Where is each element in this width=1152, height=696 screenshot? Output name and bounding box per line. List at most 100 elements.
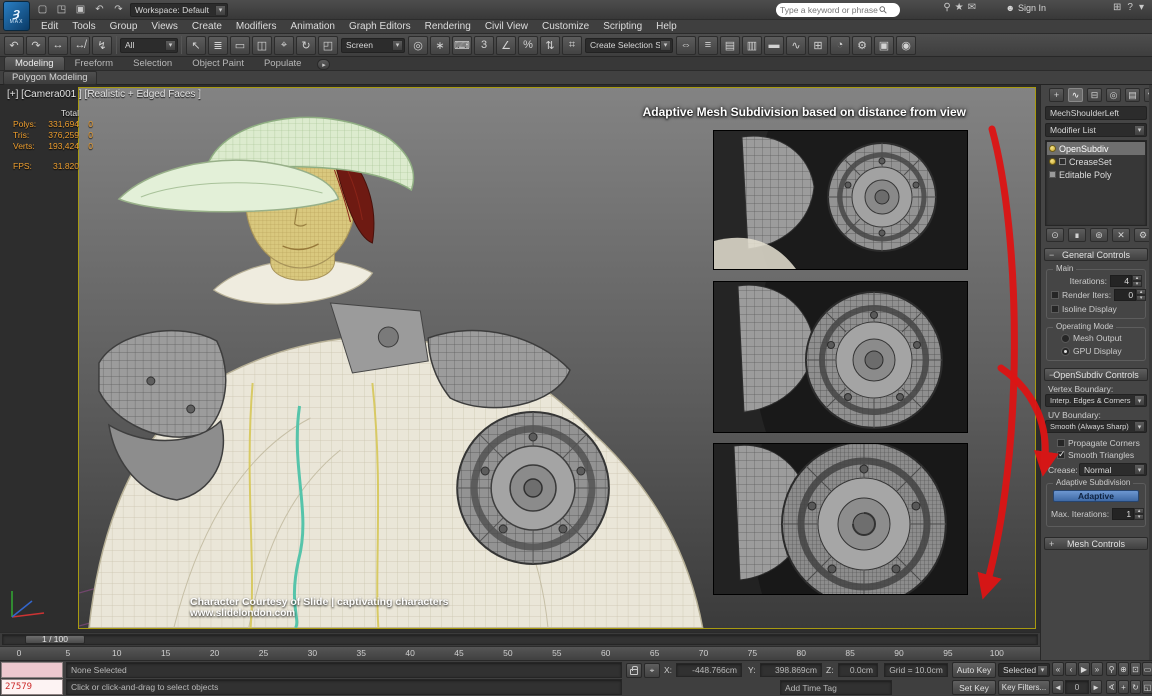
menu-item[interactable]: Tools [65, 20, 102, 34]
ribbon-expand-button[interactable]: ▸ [317, 59, 330, 70]
modifier-creaseset[interactable]: CreaseSet [1047, 155, 1145, 168]
named-selection-sets-dropdown[interactable]: Create Selection S▾ [585, 38, 673, 53]
zoom-all-icon[interactable]: ⊕ [1118, 662, 1129, 676]
tab-modeling[interactable]: Modeling [4, 56, 65, 70]
infocenter-chevron-icon[interactable]: ▾ [1139, 2, 1144, 13]
menu-item[interactable]: Views [144, 20, 185, 34]
visibility-bulb-icon[interactable] [1049, 145, 1056, 152]
percent-snap-icon[interactable]: % [518, 36, 538, 55]
camera-viewport[interactable]: [+] [Camera001 ] [Realistic + Edged Face… [0, 85, 1040, 632]
key-mode-dropdown[interactable]: Selected▾ [998, 663, 1050, 677]
search-launch-icon[interactable]: ⚲ [943, 2, 950, 13]
general-controls-rollout[interactable]: − General Controls [1044, 248, 1148, 261]
undo-icon[interactable]: ↶ [91, 2, 108, 17]
maxscript-mini-listener[interactable]: 27579 [1, 679, 63, 695]
zoom-region-icon[interactable]: ▭ [1142, 662, 1152, 676]
menu-item[interactable]: Customize [535, 20, 596, 34]
workspace-dropdown[interactable]: Workspace: Default▾ [130, 3, 228, 17]
pin-stack-icon[interactable]: ⊙ [1046, 228, 1064, 242]
orbit-icon[interactable]: ↻ [1130, 680, 1141, 694]
use-pivot-point-center-icon[interactable]: ◎ [408, 36, 428, 55]
absolute-mode-toggle[interactable]: ⌖ [644, 663, 660, 678]
curve-editor-icon[interactable]: ∿ [786, 36, 806, 55]
selection-lock-toggle[interactable] [626, 663, 642, 678]
play-button[interactable]: ▶ [1078, 662, 1090, 676]
save-file-icon[interactable]: ▣ [72, 2, 89, 17]
make-unique-icon[interactable]: ⊚ [1090, 228, 1108, 242]
maxscript-mini-listener-macro[interactable] [1, 662, 63, 678]
favorites-star-icon[interactable]: ★ [955, 2, 964, 13]
help-icon[interactable]: ? [1127, 2, 1133, 13]
toggle-ribbon-icon[interactable]: ▬ [764, 36, 784, 55]
toggle-scene-explorer-icon[interactable]: ▤ [720, 36, 740, 55]
hierarchy-tab-icon[interactable]: ⊟ [1087, 88, 1102, 102]
z-coordinate-field[interactable]: 0.0cm [838, 663, 878, 677]
menu-item[interactable]: Scripting [596, 20, 649, 34]
new-scene-icon[interactable]: ▢ [34, 2, 51, 17]
y-coordinate-field[interactable]: 398.869cm [760, 663, 822, 677]
menu-item[interactable]: Civil View [478, 20, 535, 34]
previous-frame-button[interactable]: ‹ [1065, 662, 1077, 676]
render-iters-checkbox[interactable] [1051, 291, 1059, 299]
adaptive-button[interactable]: Adaptive [1053, 490, 1139, 502]
select-and-rotate-icon[interactable]: ↻ [296, 36, 316, 55]
track-bar[interactable]: 0510152025303540455055606570758085909510… [0, 646, 1040, 660]
tab-object-paint[interactable]: Object Paint [182, 57, 254, 70]
previous-key-button[interactable]: ◄ [1052, 680, 1064, 694]
select-and-move-icon[interactable]: ⌖ [274, 36, 294, 55]
tab-populate[interactable]: Populate [254, 57, 312, 70]
menu-item[interactable]: Help [649, 20, 684, 34]
remove-modifier-icon[interactable]: ✕ [1112, 228, 1130, 242]
apps-grid-icon[interactable]: ⊞ [1113, 2, 1121, 13]
crease-dropdown[interactable]: Normal▾ [1079, 463, 1147, 476]
select-and-link-icon[interactable]: ↔ [48, 36, 68, 55]
modifier-editable-poly[interactable]: Editable Poly [1047, 168, 1145, 181]
time-slider[interactable]: 1 / 100 [0, 632, 1040, 646]
x-coordinate-field[interactable]: -448.766cm [676, 663, 742, 677]
opensubdiv-controls-rollout[interactable]: − OpenSubdiv Controls [1044, 368, 1148, 381]
modifier-list-dropdown[interactable]: Modifier List▾ [1045, 123, 1147, 137]
menu-item[interactable]: Graph Editors [342, 20, 418, 34]
field-of-view-icon[interactable]: ∢ [1106, 680, 1117, 694]
sign-in-button[interactable]: ☻ Sign In [1005, 3, 1046, 13]
angle-snap-icon[interactable]: ∠ [496, 36, 516, 55]
mesh-controls-rollout[interactable]: + Mesh Controls [1044, 537, 1148, 550]
edit-named-selection-sets-icon[interactable]: ⌗ [562, 36, 582, 55]
3dsmax-logo-icon[interactable]: ȝ MAX [3, 1, 30, 31]
modifier-opensubdiv[interactable]: OpenSubdiv [1047, 142, 1145, 155]
spinner-down-icon[interactable]: ▾ [1134, 514, 1144, 520]
open-file-icon[interactable]: ◳ [53, 2, 70, 17]
menu-item[interactable]: Rendering [418, 20, 478, 34]
select-object-icon[interactable]: ↖ [186, 36, 206, 55]
maximize-viewport-icon[interactable]: ◱ [1142, 680, 1152, 694]
time-slider-track[interactable]: 1 / 100 [2, 634, 1038, 645]
window-crossing-icon[interactable]: ◫ [252, 36, 272, 55]
mirror-icon[interactable]: ⇔ [676, 36, 696, 55]
communication-center-icon[interactable]: ✉ [968, 2, 976, 13]
tab-selection[interactable]: Selection [123, 57, 182, 70]
render-setup-icon[interactable]: ⚙ [852, 36, 872, 55]
align-icon[interactable]: ≡ [698, 36, 718, 55]
viewport-label[interactable]: [+] [Camera001 ] [Realistic + Edged Face… [7, 89, 201, 100]
modifier-toggle-icon[interactable] [1059, 158, 1066, 165]
add-time-tag[interactable]: Add Time Tag [780, 680, 892, 695]
key-filters-button[interactable]: Key Filters... [998, 680, 1050, 695]
undo-icon[interactable]: ↶ [4, 36, 24, 55]
select-and-manipulate-icon[interactable]: ∗ [430, 36, 450, 55]
isoline-display-checkbox[interactable] [1051, 305, 1059, 313]
material-editor-icon[interactable]: ◔ [830, 36, 850, 55]
zoom-icon[interactable]: ⚲ [1106, 662, 1117, 676]
pan-icon[interactable]: + [1118, 680, 1129, 694]
tab-freeform[interactable]: Freeform [65, 57, 124, 70]
redo-icon[interactable]: ↷ [26, 36, 46, 55]
smooth-triangles-checkbox[interactable] [1057, 451, 1065, 459]
propagate-corners-checkbox[interactable] [1057, 439, 1065, 447]
uv-boundary-dropdown[interactable]: Smooth (Always Sharp)▾ [1045, 420, 1147, 433]
rectangular-selection-region-icon[interactable]: ▭ [230, 36, 250, 55]
select-by-name-icon[interactable]: ≣ [208, 36, 228, 55]
vertex-boundary-dropdown[interactable]: Interp. Edges & Corners▾ [1045, 394, 1147, 407]
menu-item[interactable]: Edit [34, 20, 65, 34]
visibility-bulb-icon[interactable] [1049, 158, 1056, 165]
go-to-start-button[interactable]: « [1052, 662, 1064, 676]
modify-tab-icon[interactable]: ∿ [1068, 88, 1083, 102]
